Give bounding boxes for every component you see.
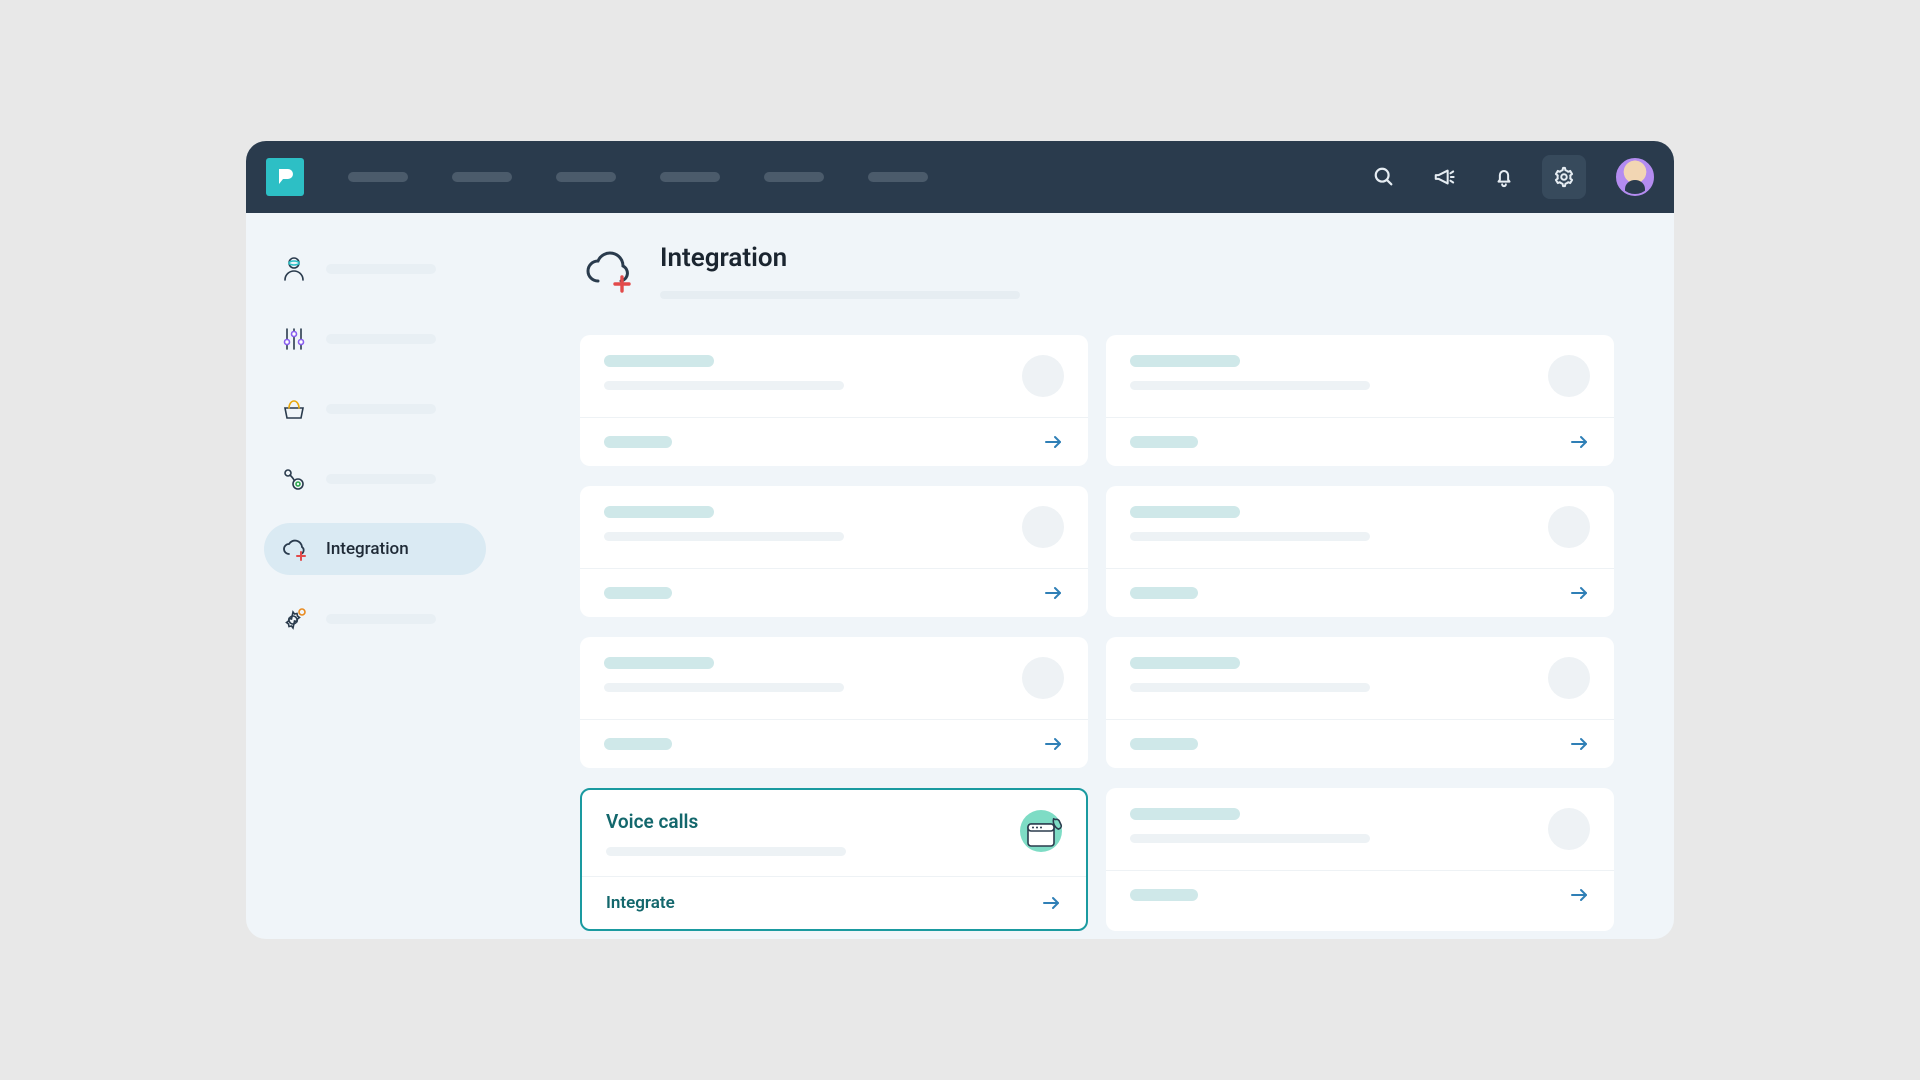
integration-logo [1022,506,1064,548]
arrow-right-icon[interactable] [1042,895,1062,911]
card-action[interactable] [1130,436,1198,448]
sidebar-item-label [326,334,436,344]
integration-card[interactable] [580,486,1088,617]
top-nav-item[interactable] [764,172,824,182]
sliders-icon [278,323,310,355]
arrow-right-icon[interactable] [1570,736,1590,752]
integration-logo [1022,657,1064,699]
card-action[interactable] [604,587,672,599]
sidebar-item-setup[interactable] [264,383,486,435]
arrow-right-icon[interactable] [1570,887,1590,903]
integration-card[interactable] [580,637,1088,768]
basket-icon [278,393,310,425]
card-action[interactable] [604,738,672,750]
cloud-plus-icon [278,533,310,565]
card-description [1130,532,1370,541]
card-description [604,381,844,390]
card-title [604,506,714,518]
settings-icon[interactable] [1542,155,1586,199]
card-title [604,355,714,367]
card-title [604,657,714,669]
integration-grid: Voice calls Integrate [580,335,1614,931]
automation-icon [278,463,310,495]
integration-card-voice-calls[interactable]: Voice calls Integrate [580,788,1088,931]
person-icon [278,253,310,285]
integration-card[interactable] [580,335,1088,466]
sidebar-item-preferences[interactable] [264,313,486,365]
gear-icon [278,603,310,635]
card-title: Voice calls [606,810,1004,833]
card-description [604,532,844,541]
top-nav-item[interactable] [868,172,928,182]
sidebar-item-label [326,474,436,484]
integration-logo [1548,808,1590,850]
card-description [604,683,844,692]
card-description [1130,683,1370,692]
search-icon[interactable] [1362,155,1406,199]
integration-logo [1548,355,1590,397]
card-action[interactable] [1130,587,1198,599]
arrow-right-icon[interactable] [1044,434,1064,450]
arrow-right-icon[interactable] [1570,434,1590,450]
sidebar-item-settings[interactable] [264,593,486,645]
integration-card[interactable] [1106,486,1614,617]
arrow-right-icon[interactable] [1570,585,1590,601]
sidebar-item-contacts[interactable] [264,243,486,295]
top-nav-item[interactable] [348,172,408,182]
integration-card[interactable] [1106,788,1614,931]
integration-logo [1548,506,1590,548]
page-title: Integration [660,243,1020,273]
voice-call-icon [1020,810,1062,852]
page-header: Integration [580,243,1614,299]
app-window: Integration Integration Voice callsI [246,141,1674,939]
card-title [1130,506,1240,518]
card-action[interactable] [1130,738,1198,750]
top-nav-item[interactable] [452,172,512,182]
card-description [1130,834,1370,843]
cloud-plus-icon [580,243,636,299]
sidebar-item-integration[interactable]: Integration [264,523,486,575]
sidebar-item-label [326,264,436,274]
brand-logo[interactable] [266,158,304,196]
integration-logo [1022,355,1064,397]
sidebar-item-label [326,404,436,414]
user-avatar[interactable] [1616,158,1654,196]
integration-logo [1548,657,1590,699]
integration-card[interactable] [1106,637,1614,768]
card-description [606,847,846,856]
arrow-right-icon[interactable] [1044,585,1064,601]
integrate-button[interactable]: Integrate [606,893,675,913]
sidebar-item-automation[interactable] [264,453,486,505]
card-title [1130,808,1240,820]
card-title [1130,657,1240,669]
card-action[interactable] [1130,889,1198,901]
sidebar-item-label [326,614,436,624]
sidebar: Integration [246,213,496,939]
card-description [1130,381,1370,390]
integration-card[interactable] [1106,335,1614,466]
sidebar-item-label: Integration [326,539,409,559]
announcements-icon[interactable] [1422,155,1466,199]
page-subtitle [660,291,1020,299]
card-title [1130,355,1240,367]
top-nav-item[interactable] [660,172,720,182]
arrow-right-icon[interactable] [1044,736,1064,752]
main-content: Integration Voice calls Integrate [496,213,1674,939]
topbar [246,141,1674,213]
top-nav-item[interactable] [556,172,616,182]
card-action[interactable] [604,436,672,448]
notifications-icon[interactable] [1482,155,1526,199]
